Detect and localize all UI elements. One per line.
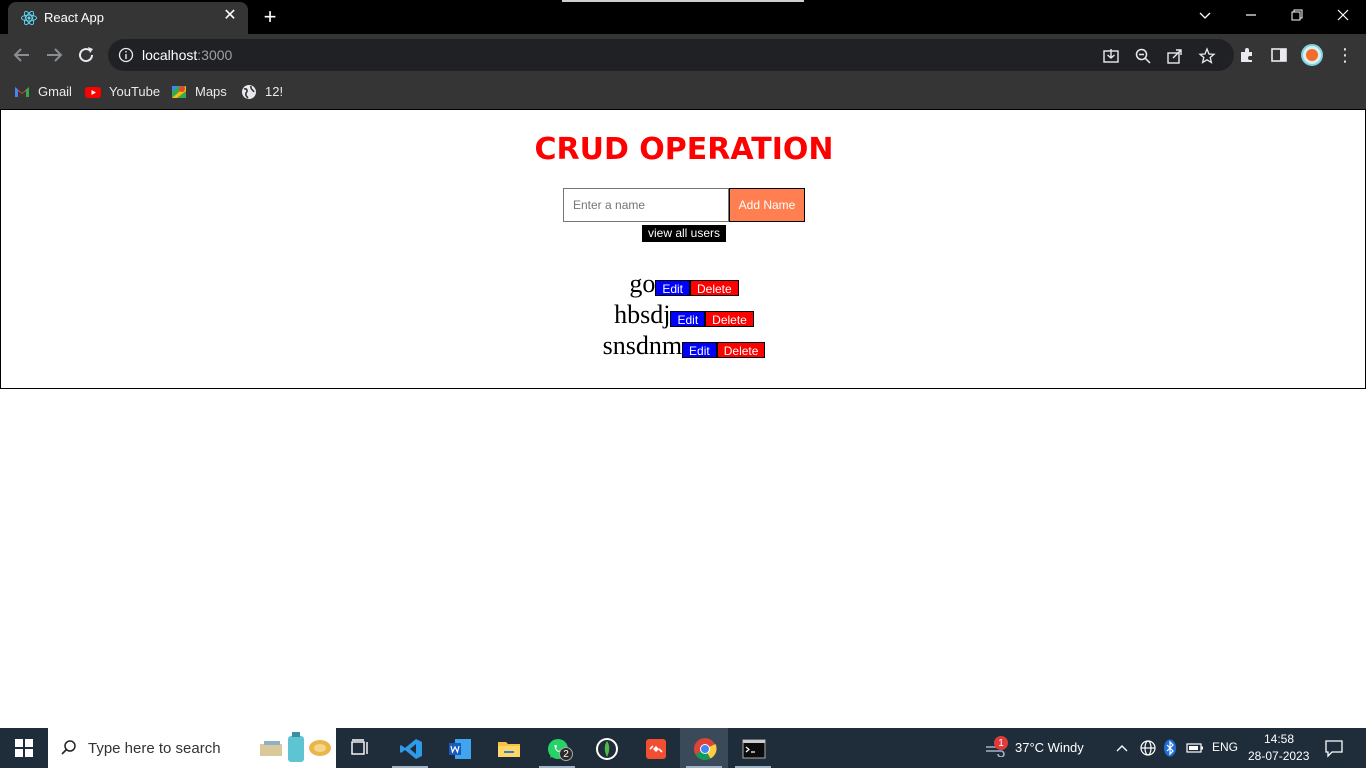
- address-bar[interactable]: localhost:3000: [108, 39, 1234, 71]
- bookmark-label: Gmail: [38, 84, 72, 99]
- mongodb-icon: [596, 738, 618, 760]
- taskbar-file-explorer[interactable]: [484, 728, 532, 768]
- bookmark-label: YouTube: [109, 84, 161, 99]
- close-tab-icon[interactable]: ✕: [220, 6, 240, 26]
- user-name: go: [629, 269, 656, 298]
- delete-button[interactable]: Delete: [690, 280, 739, 296]
- globe-icon: [242, 85, 256, 99]
- name-input[interactable]: [563, 188, 729, 222]
- bookmark-star-icon[interactable]: [1198, 47, 1216, 65]
- folder-icon: [498, 742, 520, 757]
- back-arrow-icon[interactable]: [10, 43, 34, 67]
- taskbar-word[interactable]: [435, 728, 483, 768]
- browser-tab-react-app[interactable]: React App ✕: [8, 2, 248, 34]
- notifications-icon[interactable]: [1324, 738, 1344, 758]
- tab-search-chevron-icon[interactable]: [1182, 0, 1228, 30]
- url-port: :3000: [197, 47, 233, 63]
- search-highlight-illustration-icon: [260, 732, 331, 762]
- bookmarks-bar: Gmail YouTube Maps 12!: [0, 76, 1366, 109]
- start-button[interactable]: [0, 728, 48, 768]
- language-indicator[interactable]: ENG: [1212, 740, 1238, 754]
- web-page: CRUD OPERATION Add Name view all users g…: [0, 109, 1366, 728]
- url-host: localhost: [142, 47, 198, 63]
- search-icon: [61, 740, 76, 755]
- react-icon: [21, 10, 37, 26]
- clock-date[interactable]: 28-07-2023: [1248, 749, 1309, 763]
- window-drag-marker: [562, 0, 804, 2]
- bookmark-12[interactable]: 12!: [241, 82, 285, 102]
- user-name: snsdnm: [602, 331, 683, 360]
- restore-button[interactable]: [1274, 0, 1320, 30]
- profile-avatar[interactable]: [1301, 44, 1323, 66]
- maps-icon: [172, 86, 186, 98]
- task-view-icon: [351, 739, 368, 755]
- taskbar-vscode[interactable]: [386, 728, 434, 768]
- tab-title: React App: [44, 10, 104, 25]
- close-window-button[interactable]: [1320, 0, 1366, 30]
- windows-logo-icon: [15, 739, 33, 757]
- taskbar-whatsapp[interactable]: 2: [533, 728, 581, 768]
- bookmark-youtube[interactable]: YouTube: [85, 82, 161, 102]
- edit-button[interactable]: Edit: [682, 342, 717, 358]
- delete-button[interactable]: Delete: [716, 342, 766, 358]
- browser-toolbar: localhost:3000 ⋮: [0, 34, 1366, 76]
- terminal-icon: [742, 739, 766, 759]
- vscode-icon: [400, 739, 422, 759]
- bookmark-label: 12!: [265, 84, 284, 99]
- minimize-button[interactable]: [1228, 0, 1274, 30]
- extensions-puzzle-icon[interactable]: [1238, 46, 1256, 64]
- word-icon: [449, 739, 471, 759]
- new-tab-button[interactable]: +: [258, 5, 282, 29]
- taskbar-search[interactable]: Type here to search: [48, 728, 336, 768]
- list-item: hbsdj Edit Delete: [1, 299, 1366, 330]
- taskbar-chrome[interactable]: [680, 728, 728, 768]
- forward-arrow-icon[interactable]: [42, 43, 66, 67]
- list-item: snsdnm Edit Delete: [1, 330, 1366, 361]
- network-globe-icon[interactable]: [1139, 739, 1157, 757]
- search-placeholder: Type here to search: [88, 740, 221, 757]
- taskbar-terminal[interactable]: [729, 728, 777, 768]
- youtube-icon: [85, 87, 101, 98]
- reload-icon[interactable]: [74, 43, 98, 67]
- bookmark-label: Maps: [195, 84, 227, 99]
- list-item: go Edit Delete: [1, 268, 1366, 299]
- bluetooth-icon[interactable]: [1163, 739, 1177, 757]
- share-icon[interactable]: [1166, 47, 1184, 65]
- chrome-icon: [694, 738, 717, 760]
- weather-badge: 1: [994, 736, 1008, 750]
- weather-text[interactable]: 37°C Windy: [1015, 740, 1084, 755]
- bookmark-gmail[interactable]: Gmail: [14, 82, 74, 102]
- windows-taskbar: Type here to search 2 1 37°C Windy ENG 1…: [0, 728, 1366, 768]
- url-text: localhost:3000: [142, 47, 232, 63]
- page-title: CRUD OPERATION: [534, 132, 834, 167]
- edit-button[interactable]: Edit: [670, 311, 706, 327]
- git-icon: [646, 739, 666, 759]
- install-app-icon[interactable]: [1102, 47, 1120, 65]
- clock-time[interactable]: 14:58: [1264, 732, 1294, 746]
- taskbar-git[interactable]: [631, 728, 679, 768]
- zoom-icon[interactable]: [1134, 47, 1152, 65]
- edit-button[interactable]: Edit: [655, 280, 690, 296]
- delete-button[interactable]: Delete: [705, 311, 754, 327]
- taskbar-mongodb-compass[interactable]: [582, 728, 630, 768]
- side-panel-icon[interactable]: [1270, 46, 1288, 64]
- user-name: hbsdj: [614, 300, 671, 329]
- bookmark-maps[interactable]: Maps: [171, 82, 229, 102]
- add-name-button[interactable]: Add Name: [729, 188, 805, 222]
- site-info-icon[interactable]: [118, 47, 134, 63]
- notification-badge: 2: [559, 747, 573, 761]
- browser-tab-strip: React App ✕ +: [0, 0, 1366, 34]
- view-all-users-button[interactable]: view all users: [642, 225, 726, 242]
- browser-menu-icon[interactable]: ⋮: [1336, 44, 1354, 66]
- crud-app-container: CRUD OPERATION Add Name view all users g…: [0, 109, 1366, 389]
- gmail-icon: [15, 87, 29, 97]
- battery-icon[interactable]: [1186, 739, 1204, 757]
- user-list: go Edit Delete hbsdj Edit Delete snsdnm …: [1, 268, 1366, 361]
- chevron-up-icon[interactable]: [1115, 739, 1129, 757]
- task-view-button[interactable]: [336, 728, 384, 768]
